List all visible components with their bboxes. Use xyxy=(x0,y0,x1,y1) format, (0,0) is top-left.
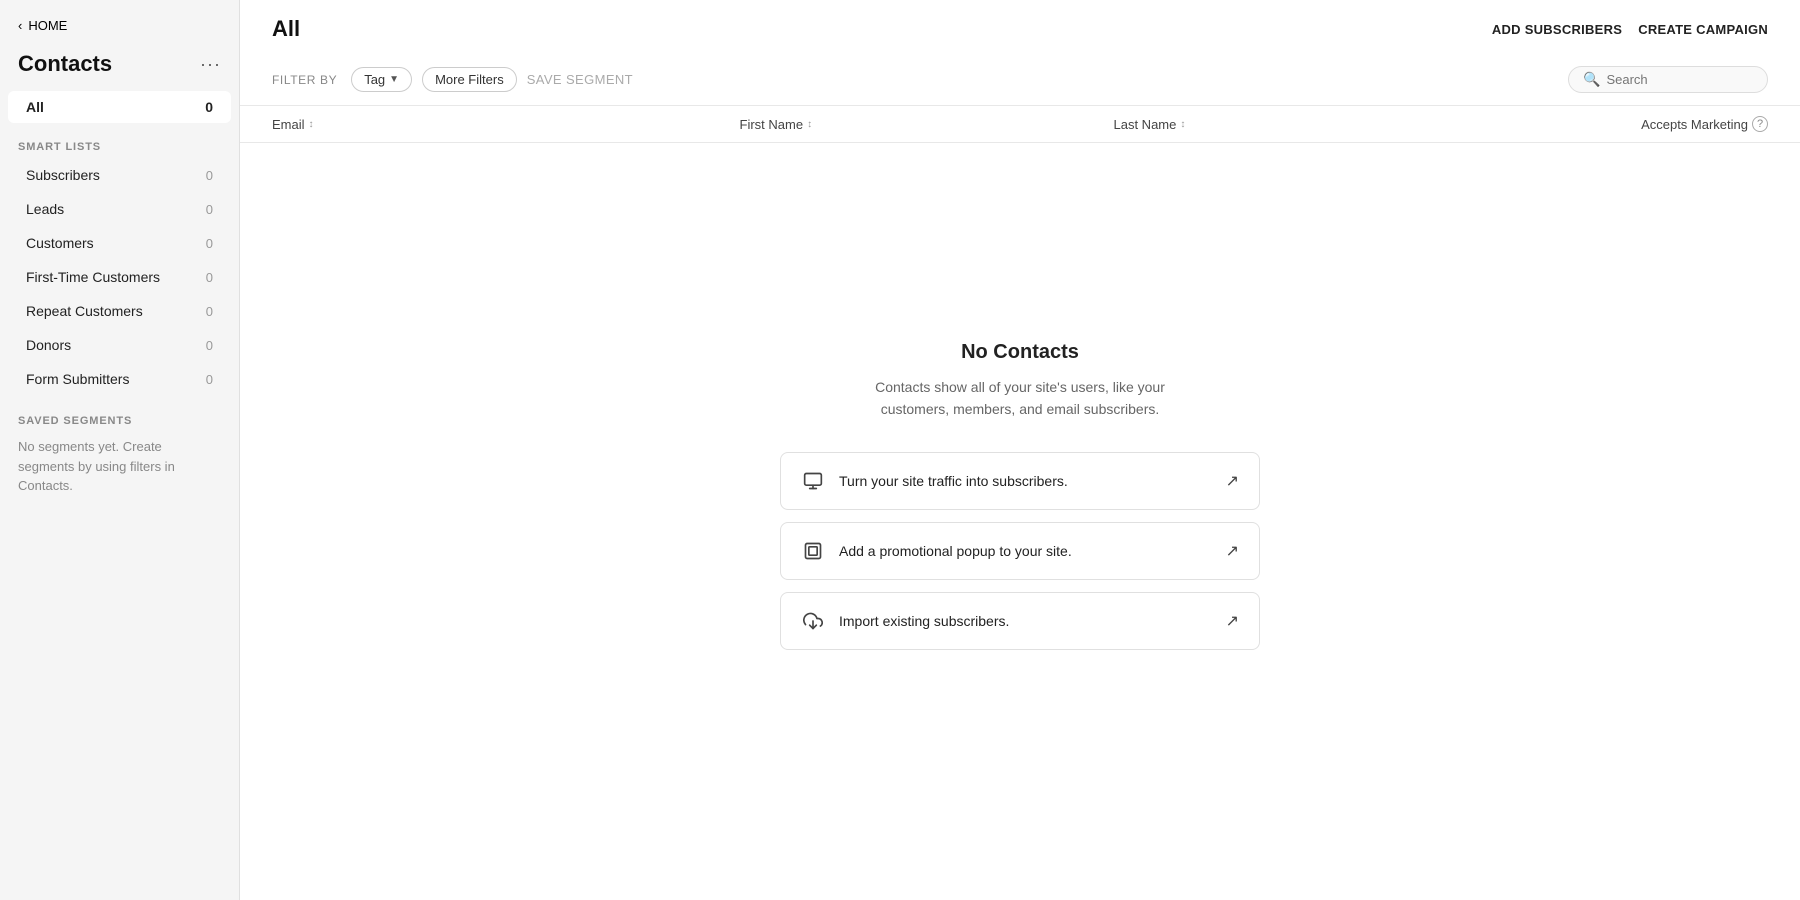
sidebar-item-count: 0 xyxy=(206,304,213,319)
monitor-icon xyxy=(801,471,825,491)
action-cards-container: Turn your site traffic into subscribers.… xyxy=(780,452,1260,662)
search-input[interactable] xyxy=(1606,72,1753,87)
topbar: All ADD SUBSCRIBERS CREATE CAMPAIGN xyxy=(240,0,1800,54)
action-card-left: Import existing subscribers. xyxy=(801,611,1009,631)
action-card-label: Turn your site traffic into subscribers. xyxy=(839,473,1068,489)
sidebar-item-count: 0 xyxy=(206,236,213,251)
empty-state-description: Contacts show all of your site's users, … xyxy=(850,376,1190,421)
lastname-col-label: Last Name xyxy=(1114,117,1177,132)
sidebar-item-form-submitters[interactable]: Form Submitters 0 xyxy=(8,363,231,395)
email-sort-icon[interactable]: ↕ xyxy=(309,119,314,130)
marketing-column-header: Accepts Marketing ? xyxy=(1488,116,1769,132)
import-icon xyxy=(801,611,825,631)
email-column-header: Email ↕ xyxy=(272,117,740,132)
tag-filter-label: Tag xyxy=(364,72,385,87)
smart-lists-section-label: SMART LISTS xyxy=(0,127,239,159)
action-card-arrow-icon: ↗ xyxy=(1226,471,1239,491)
action-card-monitor-icon[interactable]: Turn your site traffic into subscribers.… xyxy=(780,452,1260,510)
sidebar-menu-icon[interactable]: ··· xyxy=(200,54,221,75)
sidebar-item-label: Subscribers xyxy=(26,167,100,183)
action-card-left: Add a promotional popup to your site. xyxy=(801,541,1072,561)
sidebar-item-label: First-Time Customers xyxy=(26,269,160,285)
topbar-actions: ADD SUBSCRIBERS CREATE CAMPAIGN xyxy=(1492,18,1768,41)
empty-state: No Contacts Contacts show all of your si… xyxy=(240,143,1800,900)
saved-segments-desc: No segments yet. Create segments by usin… xyxy=(0,433,239,506)
sidebar-header: Contacts ··· xyxy=(0,43,239,91)
sidebar-item-label: Customers xyxy=(26,235,94,251)
sidebar-item-count: 0 xyxy=(206,372,213,387)
tag-filter-button[interactable]: Tag ▼ xyxy=(351,67,412,92)
sidebar-item-label: Donors xyxy=(26,337,71,353)
search-icon: 🔍 xyxy=(1583,71,1600,88)
email-col-label: Email xyxy=(272,117,305,132)
empty-state-title: No Contacts xyxy=(961,341,1079,364)
sidebar-all-label: All xyxy=(26,99,44,115)
sidebar-all-item[interactable]: All 0 xyxy=(8,91,231,123)
sidebar-title: Contacts xyxy=(18,51,112,77)
firstname-sort-icon[interactable]: ↕ xyxy=(807,119,812,130)
back-chevron-icon: ‹ xyxy=(18,18,22,33)
main-content: All ADD SUBSCRIBERS CREATE CAMPAIGN FILT… xyxy=(240,0,1800,900)
action-card-arrow-icon: ↗ xyxy=(1226,611,1239,631)
firstname-column-header: First Name ↕ xyxy=(740,117,1114,132)
sidebar-item-leads[interactable]: Leads 0 xyxy=(8,193,231,225)
sidebar-item-repeat-customers[interactable]: Repeat Customers 0 xyxy=(8,295,231,327)
save-segment-button[interactable]: SAVE SEGMENT xyxy=(527,72,633,87)
sidebar-all-count: 0 xyxy=(205,99,213,115)
sidebar-item-label: Leads xyxy=(26,201,64,217)
more-filters-button[interactable]: More Filters xyxy=(422,67,517,92)
sidebar-item-count: 0 xyxy=(206,168,213,183)
search-wrapper: 🔍 xyxy=(1568,66,1768,93)
filterbar: FILTER BY Tag ▼ More Filters SAVE SEGMEN… xyxy=(240,54,1800,106)
smart-lists-container: Subscribers0Leads0Customers0First-Time C… xyxy=(0,159,239,397)
marketing-help-icon[interactable]: ? xyxy=(1752,116,1768,132)
popup-icon xyxy=(801,541,825,561)
lastname-column-header: Last Name ↕ xyxy=(1114,117,1488,132)
page-title: All xyxy=(272,16,300,42)
sidebar-item-first-time-customers[interactable]: First-Time Customers 0 xyxy=(8,261,231,293)
sidebar-item-label: Form Submitters xyxy=(26,371,129,387)
sidebar-item-count: 0 xyxy=(206,270,213,285)
action-card-popup-icon[interactable]: Add a promotional popup to your site. ↗ xyxy=(780,522,1260,580)
saved-segments-label: SAVED SEGMENTS xyxy=(0,397,239,433)
lastname-sort-icon[interactable]: ↕ xyxy=(1180,119,1185,130)
sidebar-item-donors[interactable]: Donors 0 xyxy=(8,329,231,361)
filter-by-label: FILTER BY xyxy=(272,73,337,87)
marketing-col-label: Accepts Marketing xyxy=(1641,117,1748,132)
action-card-left: Turn your site traffic into subscribers. xyxy=(801,471,1068,491)
sidebar-item-count: 0 xyxy=(206,202,213,217)
action-card-arrow-icon: ↗ xyxy=(1226,541,1239,561)
action-card-label: Import existing subscribers. xyxy=(839,613,1009,629)
sidebar-item-label: Repeat Customers xyxy=(26,303,143,319)
sidebar-item-subscribers[interactable]: Subscribers 0 xyxy=(8,159,231,191)
sidebar: ‹ HOME Contacts ··· All 0 SMART LISTS Su… xyxy=(0,0,240,900)
table-header: Email ↕ First Name ↕ Last Name ↕ Accepts… xyxy=(240,106,1800,143)
sidebar-back-label: HOME xyxy=(28,18,67,33)
tag-chevron-icon: ▼ xyxy=(389,74,399,85)
sidebar-item-count: 0 xyxy=(206,338,213,353)
action-card-import-icon[interactable]: Import existing subscribers. ↗ xyxy=(780,592,1260,650)
sidebar-item-customers[interactable]: Customers 0 xyxy=(8,227,231,259)
firstname-col-label: First Name xyxy=(740,117,804,132)
create-campaign-button[interactable]: CREATE CAMPAIGN xyxy=(1638,18,1768,41)
add-subscribers-button[interactable]: ADD SUBSCRIBERS xyxy=(1492,18,1622,41)
action-card-label: Add a promotional popup to your site. xyxy=(839,543,1072,559)
sidebar-back-link[interactable]: ‹ HOME xyxy=(0,0,239,43)
